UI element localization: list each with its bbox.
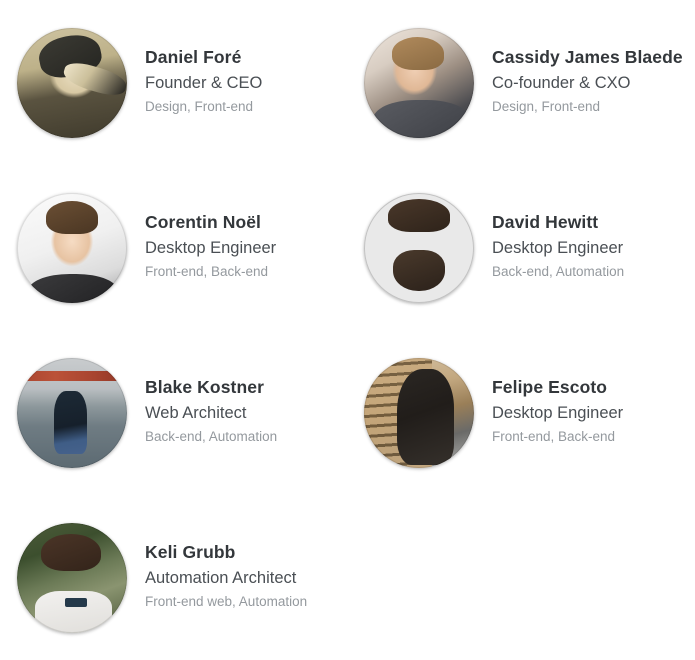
team-member-card[interactable]: Cassidy James Blaede Co-founder & CXO De…: [347, 0, 695, 165]
avatar-daniel-fore: [17, 27, 127, 138]
avatar-felipe-escoto: [364, 357, 474, 468]
team-member-card[interactable]: David Hewitt Desktop Engineer Back-end, …: [347, 165, 695, 330]
avatar-corentin-noel: [17, 192, 127, 303]
member-tags: Front-end web, Automation: [145, 594, 308, 609]
team-member-card[interactable]: Blake Kostner Web Architect Back-end, Au…: [0, 330, 347, 495]
avatar-photo: [364, 193, 474, 303]
member-tags: Back-end, Automation: [492, 264, 625, 279]
member-tags: Design, Front-end: [145, 99, 254, 114]
team-member-grid: Daniel Foré Founder & CEO Design, Front-…: [0, 0, 695, 660]
member-info: Cassidy James Blaede Co-founder & CXO De…: [492, 45, 683, 120]
member-role: Web Architect: [145, 404, 247, 422]
avatar-blake-kostner: [17, 357, 127, 468]
avatar-photo: [17, 357, 127, 468]
member-role: Automation Architect: [145, 569, 297, 587]
member-role: Desktop Engineer: [492, 239, 624, 257]
member-role: Co-founder & CXO: [492, 74, 631, 92]
avatar-photo: [364, 27, 474, 138]
avatar-photo: [17, 192, 127, 303]
member-name: Keli Grubb: [145, 542, 236, 562]
member-name: Daniel Foré: [145, 47, 242, 67]
avatar-david-hewitt: [364, 192, 474, 303]
member-name: Cassidy James Blaede: [492, 47, 683, 67]
bowtie-detail: [65, 598, 88, 608]
member-info: Daniel Foré Founder & CEO Design, Front-…: [145, 45, 262, 120]
member-tags: Front-end, Back-end: [145, 264, 269, 279]
avatar-cassidy-james-blaede: [364, 27, 474, 138]
member-tags: Design, Front-end: [492, 99, 601, 114]
member-role: Founder & CEO: [145, 74, 263, 92]
member-info: Blake Kostner Web Architect Back-end, Au…: [145, 375, 277, 450]
member-tags: Back-end, Automation: [145, 429, 278, 444]
member-info: Felipe Escoto Desktop Engineer Front-end…: [492, 375, 623, 450]
avatar-keli-grubb: [17, 522, 127, 633]
member-info: David Hewitt Desktop Engineer Back-end, …: [492, 210, 624, 285]
member-name: Corentin Noël: [145, 212, 262, 232]
member-role: Desktop Engineer: [492, 404, 624, 422]
avatar-photo: [17, 522, 127, 633]
member-role: Desktop Engineer: [145, 239, 277, 257]
member-tags: Front-end, Back-end: [492, 429, 616, 444]
member-info: Keli Grubb Automation Architect Front-en…: [145, 540, 307, 615]
team-member-card[interactable]: Keli Grubb Automation Architect Front-en…: [0, 495, 347, 660]
avatar-photo: [364, 357, 474, 468]
team-member-card[interactable]: Felipe Escoto Desktop Engineer Front-end…: [347, 330, 695, 495]
member-info: Corentin Noël Desktop Engineer Front-end…: [145, 210, 276, 285]
member-name: Blake Kostner: [145, 377, 264, 397]
team-member-card[interactable]: Daniel Foré Founder & CEO Design, Front-…: [0, 0, 347, 165]
team-member-card[interactable]: Corentin Noël Desktop Engineer Front-end…: [0, 165, 347, 330]
avatar-photo: [17, 27, 127, 138]
member-name: Felipe Escoto: [492, 377, 608, 397]
member-name: David Hewitt: [492, 212, 599, 232]
